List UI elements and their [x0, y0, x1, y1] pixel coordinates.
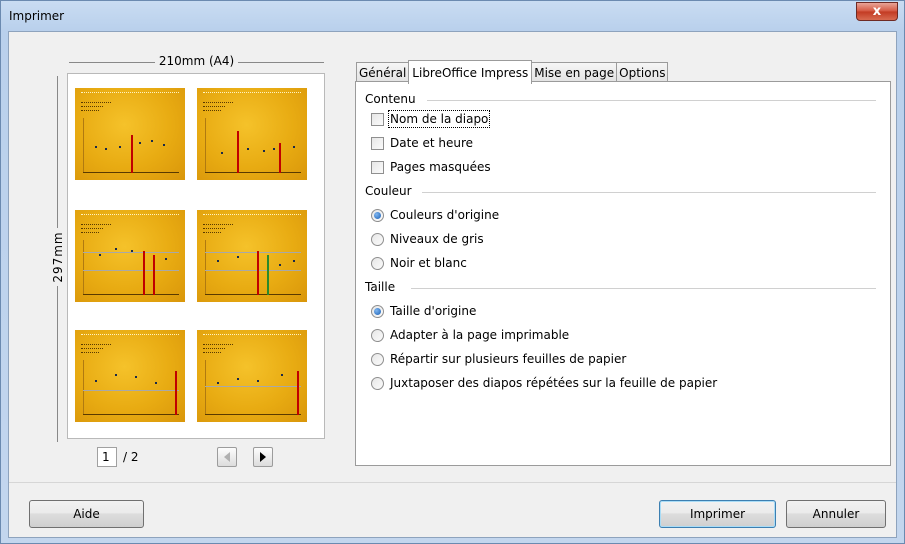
close-icon: x	[872, 4, 882, 19]
tab-general[interactable]: Général	[356, 62, 410, 82]
radio-label: Répartir sur plusieurs feuilles de papie…	[390, 352, 627, 366]
radio-couleurs-origine[interactable]: Couleurs d'origine	[371, 208, 499, 222]
group-heading-couleur: Couleur	[365, 184, 412, 198]
radio-button[interactable]	[371, 256, 384, 270]
radio-label: Adapter à la page imprimable	[390, 328, 570, 342]
radio-niveaux-gris[interactable]: Niveaux de gris	[371, 232, 484, 246]
radio-button[interactable]	[371, 328, 384, 342]
slide-thumbnail	[197, 88, 307, 180]
checkbox-nom-diapo[interactable]: Nom de la diapo	[371, 110, 491, 128]
next-page-button[interactable]	[253, 447, 273, 467]
radio-juxtaposer-diapos[interactable]: Juxtaposer des diapos répétées sur la fe…	[371, 376, 717, 390]
footer-divider	[9, 482, 896, 483]
radio-adapter-page[interactable]: Adapter à la page imprimable	[371, 328, 569, 342]
checkbox-box[interactable]	[371, 136, 384, 150]
page-total: / 2	[123, 450, 139, 464]
title-bar: Imprimer x	[1, 1, 904, 31]
help-button[interactable]: Aide	[29, 500, 144, 528]
slide-thumbnail	[75, 210, 185, 302]
print-preview-page	[67, 73, 325, 439]
tab-libreoffice-impress[interactable]: LibreOffice Impress	[408, 60, 533, 84]
radio-button[interactable]	[371, 352, 384, 366]
group-heading-taille: Taille	[365, 280, 396, 294]
preview-height-dimension: 297mm	[49, 76, 65, 442]
page-number-input[interactable]: 1	[97, 447, 117, 467]
checkbox-box[interactable]	[371, 160, 384, 174]
group-heading-contenu: Contenu	[365, 92, 416, 106]
window-title: Imprimer	[9, 9, 65, 23]
radio-button[interactable]	[371, 232, 384, 246]
radio-noir-blanc[interactable]: Noir et blanc	[371, 256, 467, 270]
cancel-button[interactable]: Annuler	[786, 500, 886, 528]
radio-label: Noir et blanc	[390, 256, 467, 270]
print-dialog: Imprimer x 210mm (A4) 297mm 1 / 2 Généra…	[0, 0, 905, 544]
checkbox-pages-masquees[interactable]: Pages masquées	[371, 160, 491, 174]
arrow-left-icon	[224, 452, 230, 462]
radio-button[interactable]	[371, 208, 384, 222]
print-button[interactable]: Imprimer	[659, 500, 776, 528]
radio-taille-origine[interactable]: Taille d'origine	[371, 304, 476, 318]
radio-label: Niveaux de gris	[390, 232, 484, 246]
tab-mise-en-page[interactable]: Mise en page	[531, 62, 618, 82]
slide-thumbnail	[197, 210, 307, 302]
preview-width-label: 210mm (A4)	[154, 54, 239, 68]
arrow-right-icon	[260, 452, 266, 462]
radio-button[interactable]	[371, 304, 384, 318]
slide-thumbnail	[197, 330, 307, 422]
tab-options[interactable]: Options	[616, 62, 669, 82]
checkbox-box[interactable]	[371, 112, 384, 126]
preview-width-dimension: 210mm (A4)	[69, 54, 324, 70]
slide-thumbnail	[75, 330, 185, 422]
checkbox-label: Nom de la diapo	[387, 110, 491, 128]
radio-label: Couleurs d'origine	[390, 208, 500, 222]
previous-page-button[interactable]	[217, 447, 237, 467]
checkbox-label: Date et heure	[390, 136, 474, 150]
checkbox-label: Pages masquées	[390, 160, 491, 174]
close-button[interactable]: x	[856, 2, 898, 21]
radio-label: Taille d'origine	[390, 304, 477, 318]
tab-panel-impress: Contenu Nom de la diapo Date et heure Pa…	[355, 81, 891, 466]
tab-strip: Général LibreOffice Impress Mise en page…	[356, 60, 669, 84]
preview-height-label: 297mm	[51, 228, 65, 286]
checkbox-date-heure[interactable]: Date et heure	[371, 136, 473, 150]
dialog-client-area: 210mm (A4) 297mm 1 / 2 Général LibreOffi…	[8, 31, 897, 538]
radio-button[interactable]	[371, 376, 384, 390]
radio-label: Juxtaposer des diapos répétées sur la fe…	[390, 376, 718, 390]
radio-repartir-feuilles[interactable]: Répartir sur plusieurs feuilles de papie…	[371, 352, 626, 366]
slide-thumbnail	[75, 88, 185, 180]
